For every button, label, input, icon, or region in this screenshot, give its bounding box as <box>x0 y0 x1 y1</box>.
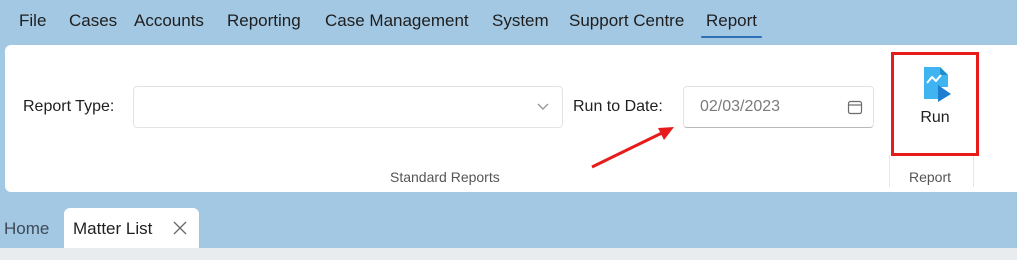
run-to-date-field[interactable]: 02/03/2023 <box>683 86 874 128</box>
menu-system[interactable]: System <box>492 0 549 42</box>
menu-report[interactable]: Report <box>700 0 763 42</box>
run-button-label: Run <box>920 109 950 126</box>
report-type-label: Report Type: <box>23 98 115 115</box>
chevron-down-icon <box>537 103 549 110</box>
menu-accounts[interactable]: Accounts <box>134 0 204 42</box>
group-divider <box>889 155 890 187</box>
menu-bar: File Cases Accounts Reporting Case Manag… <box>0 0 1017 42</box>
menu-support-centre[interactable]: Support Centre <box>569 0 684 42</box>
report-group-label: Report <box>909 169 952 185</box>
menu-file[interactable]: File <box>19 0 46 42</box>
tab-home[interactable]: Home <box>4 208 49 248</box>
close-icon[interactable] <box>173 221 187 235</box>
ribbon-panel: Report Type: Run to Date: 02/03/2023 Sta… <box>5 45 1017 192</box>
run-to-date-label: Run to Date: <box>573 98 663 115</box>
group-divider <box>973 155 974 187</box>
calendar-icon[interactable] <box>847 99 863 115</box>
tab-matter-list[interactable]: Matter List <box>64 208 199 248</box>
standard-reports-group-label: Standard Reports <box>390 169 500 185</box>
menu-reporting[interactable]: Reporting <box>227 0 301 42</box>
run-report-icon <box>924 67 951 102</box>
report-type-dropdown[interactable] <box>133 86 563 128</box>
menu-case-management[interactable]: Case Management <box>325 0 469 42</box>
run-button[interactable]: Run <box>891 52 979 156</box>
run-to-date-value: 02/03/2023 <box>700 98 781 115</box>
tab-matter-list-label: Matter List <box>73 219 153 238</box>
content-area <box>0 248 1017 260</box>
annotation-arrow-icon <box>591 127 674 169</box>
menu-cases[interactable]: Cases <box>69 0 117 42</box>
